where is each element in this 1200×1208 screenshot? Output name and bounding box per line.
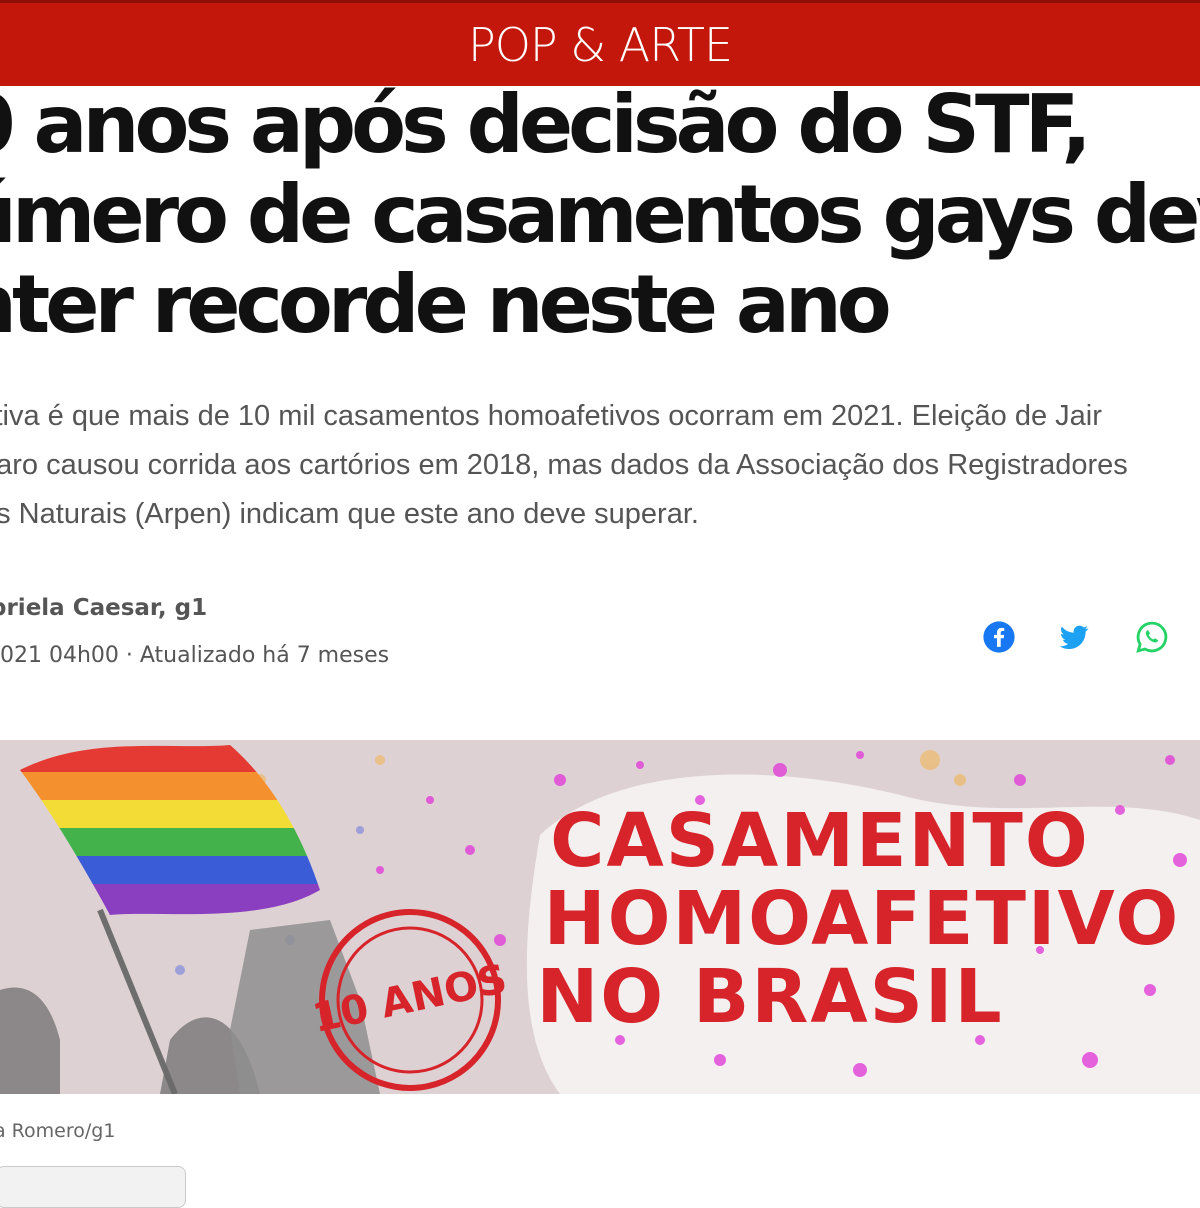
hero-illustration: 10 ANOS CASAMENTO HOMOAFETIVO NO BRASIL <box>0 740 1200 1094</box>
article-headline: 0 anos após decisão do STF, úmero de cas… <box>0 80 1200 350</box>
facebook-icon <box>983 621 1015 653</box>
hero-image[interactable]: 10 ANOS CASAMENTO HOMOAFETIVO NO BRASIL <box>0 740 1200 1094</box>
author-byline: briela Caesar, g1 <box>0 595 208 621</box>
twitter-icon <box>1059 625 1089 650</box>
section-label[interactable]: POP & ARTE <box>468 18 733 72</box>
hero-title-line-2: HOMOAFETIVO <box>544 876 1181 962</box>
headline-line: nter recorde neste ano <box>0 258 892 351</box>
section-header-bar[interactable]: POP & ARTE <box>0 0 1200 86</box>
image-credit: a Romero/g1 <box>0 1120 116 1142</box>
bottom-tab[interactable] <box>0 1166 186 1208</box>
publish-date: 2021 04h00 · Atualizado há 7 meses <box>0 643 390 668</box>
whatsapp-icon <box>1136 621 1168 653</box>
twitter-share-button[interactable] <box>1055 618 1093 656</box>
subtitle-line: ctiva é que mais de 10 mil casamentos ho… <box>0 400 1102 432</box>
subtitle-line: naro causou corrida aos cartórios em 201… <box>0 449 1128 481</box>
headline-line: 0 anos após decisão do STF, <box>0 78 1092 171</box>
hero-title-line-1: CASAMENTO <box>550 798 1090 884</box>
whatsapp-share-button[interactable] <box>1133 618 1171 656</box>
article-subtitle: ctiva é que mais de 10 mil casamentos ho… <box>0 392 1200 539</box>
hero-title-line-3: NO BRASIL <box>536 954 1003 1040</box>
subtitle-line: as Naturais (Arpen) indicam que este ano… <box>0 498 699 530</box>
facebook-share-button[interactable] <box>980 618 1018 656</box>
headline-line: úmero de casamentos gays dev <box>0 168 1200 261</box>
